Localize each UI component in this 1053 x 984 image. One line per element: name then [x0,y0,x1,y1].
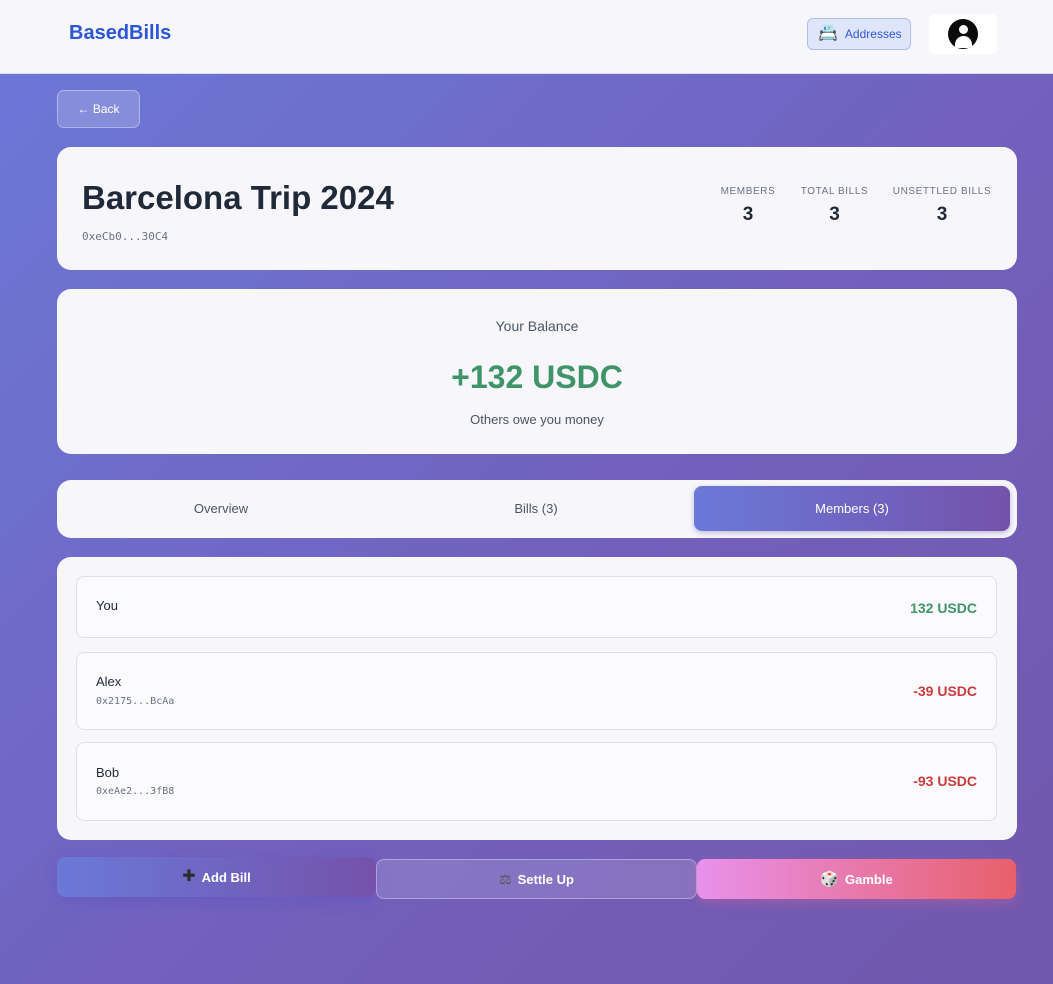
stat-value: 3 [742,204,754,225]
addresses-button[interactable]: 📇 Addresses [807,18,911,50]
members-list: You 132 USDC Alex 0x2175...BcAa -39 USDC… [57,557,1017,840]
profile-button[interactable] [929,14,997,54]
member-name: You [96,598,118,613]
tab-overview[interactable]: Overview [63,486,379,531]
settle-up-label: Settle Up [517,871,574,887]
balance-amount: +132 USDC [451,359,623,395]
member-balance: -39 USDC [913,683,977,699]
tab-bar: Overview Bills (3) Members (3) [57,480,1017,538]
stat-total-bills: TOTAL BILLS 3 [797,186,872,226]
member-balance: -93 USDC [913,773,977,789]
stat-label: UNSETTLED BILLS [892,186,992,197]
group-address: 0xeCb0...30C4 [82,230,169,243]
back-button[interactable]: ← Back [57,90,140,128]
stat-members: MEMBERS 3 [717,186,779,226]
stat-unsettled-bills: UNSETTLED BILLS 3 [890,186,994,226]
add-bill-label: Add Bill [201,869,251,885]
member-row-alex[interactable]: Alex 0x2175...BcAa -39 USDC [76,652,997,730]
member-address: 0x2175...BcAa [96,696,175,707]
member-address: 0xeAe2...3fB8 [96,786,175,797]
balance-note: Others owe you money [470,412,604,427]
stat-label: TOTAL BILLS [800,186,869,197]
balance-card: Your Balance +132 USDC Others owe you mo… [57,289,1017,454]
member-name: Alex [96,674,122,689]
settle-up-button[interactable]: ⚖ Settle Up [376,859,697,899]
member-name: Bob [96,765,120,780]
tab-bills[interactable]: Bills (3) [378,486,694,531]
gamble-button[interactable]: 🎲 Gamble [697,859,1016,899]
member-balance: 132 USDC [910,600,977,616]
addresses-label: Addresses [844,27,902,41]
scale-icon: ⚖ [499,871,512,887]
dice-icon: 🎲 [820,870,839,888]
add-bill-button[interactable]: ✚ Add Bill [57,857,376,897]
group-title: Barcelona Trip 2024 [82,179,394,216]
tab-members[interactable]: Members (3) [694,486,1010,531]
member-row-you[interactable]: You 132 USDC [76,576,997,638]
top-navbar: BasedBills 📇 Addresses [0,0,1053,74]
stat-value: 3 [829,204,840,225]
stat-value: 3 [936,204,948,225]
group-header-card: Barcelona Trip 2024 0xeCb0...30C4 MEMBER… [57,147,1017,270]
address-book-icon: 📇 [818,25,838,42]
stat-label: MEMBERS [720,186,776,197]
gamble-label: Gamble [845,871,893,887]
member-row-bob[interactable]: Bob 0xeAe2...3fB8 -93 USDC [76,742,997,821]
balance-label: Your Balance [495,318,579,334]
user-circle-icon [948,19,978,49]
brand-logo[interactable]: BasedBills [69,22,171,45]
plus-icon: ✚ [182,868,196,885]
